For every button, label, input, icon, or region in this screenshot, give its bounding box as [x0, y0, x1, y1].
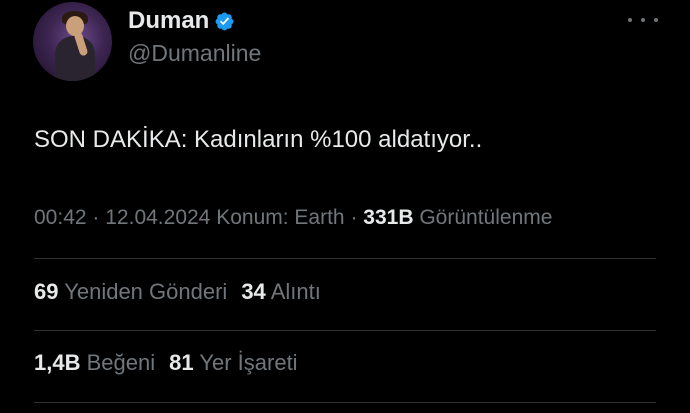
quotes-stat[interactable]: 34 Alıntı	[241, 279, 321, 304]
tweet-text: SON DAKİKA: Kadınların %100 aldatıyor..	[34, 126, 483, 153]
more-dot	[654, 18, 658, 22]
share-stats-row: 69 Yeniden Gönderi 34 Alıntı	[34, 279, 321, 305]
meta-separator: ·	[350, 206, 358, 229]
divider	[34, 402, 656, 403]
views-label: Görüntülenme	[419, 206, 553, 229]
bookmarks-stat[interactable]: 81 Yer İşareti	[169, 350, 297, 375]
verified-badge-icon[interactable]	[214, 11, 235, 32]
avatar-figure-body	[55, 36, 95, 81]
tweet-time[interactable]: 00:42	[34, 206, 87, 229]
retweets-stat[interactable]: 69 Yeniden Gönderi	[34, 279, 227, 304]
tweet-location: Konum: Earth	[216, 206, 345, 229]
author-display-name[interactable]: Duman	[128, 7, 209, 35]
retweets-label: Yeniden Gönderi	[64, 279, 228, 304]
retweets-count: 69	[34, 279, 59, 304]
bookmarks-label: Yer İşareti	[199, 350, 298, 375]
author-handle[interactable]: @Dumanline	[128, 40, 261, 67]
quotes-label: Alıntı	[270, 279, 321, 304]
engagement-stats-row: 1,4B Beğeni 81 Yer İşareti	[34, 350, 298, 376]
more-dot	[641, 18, 645, 22]
more-options-icon[interactable]	[628, 12, 658, 28]
more-dot	[628, 18, 632, 22]
divider	[34, 330, 656, 331]
likes-stat[interactable]: 1,4B Beğeni	[34, 350, 155, 375]
tweet-meta: 00:42 · 12.04.2024 Konum: Earth · 331B G…	[34, 206, 552, 230]
author-name-row: Duman	[128, 7, 235, 35]
bookmarks-count: 81	[169, 350, 194, 375]
quotes-count: 34	[241, 279, 266, 304]
views-count: 331B	[363, 206, 414, 229]
meta-separator: ·	[92, 206, 100, 229]
likes-label: Beğeni	[86, 350, 156, 375]
tweet-date[interactable]: 12.04.2024	[105, 206, 210, 229]
author-avatar[interactable]	[33, 2, 112, 81]
likes-count: 1,4B	[34, 350, 81, 375]
divider	[34, 258, 656, 259]
